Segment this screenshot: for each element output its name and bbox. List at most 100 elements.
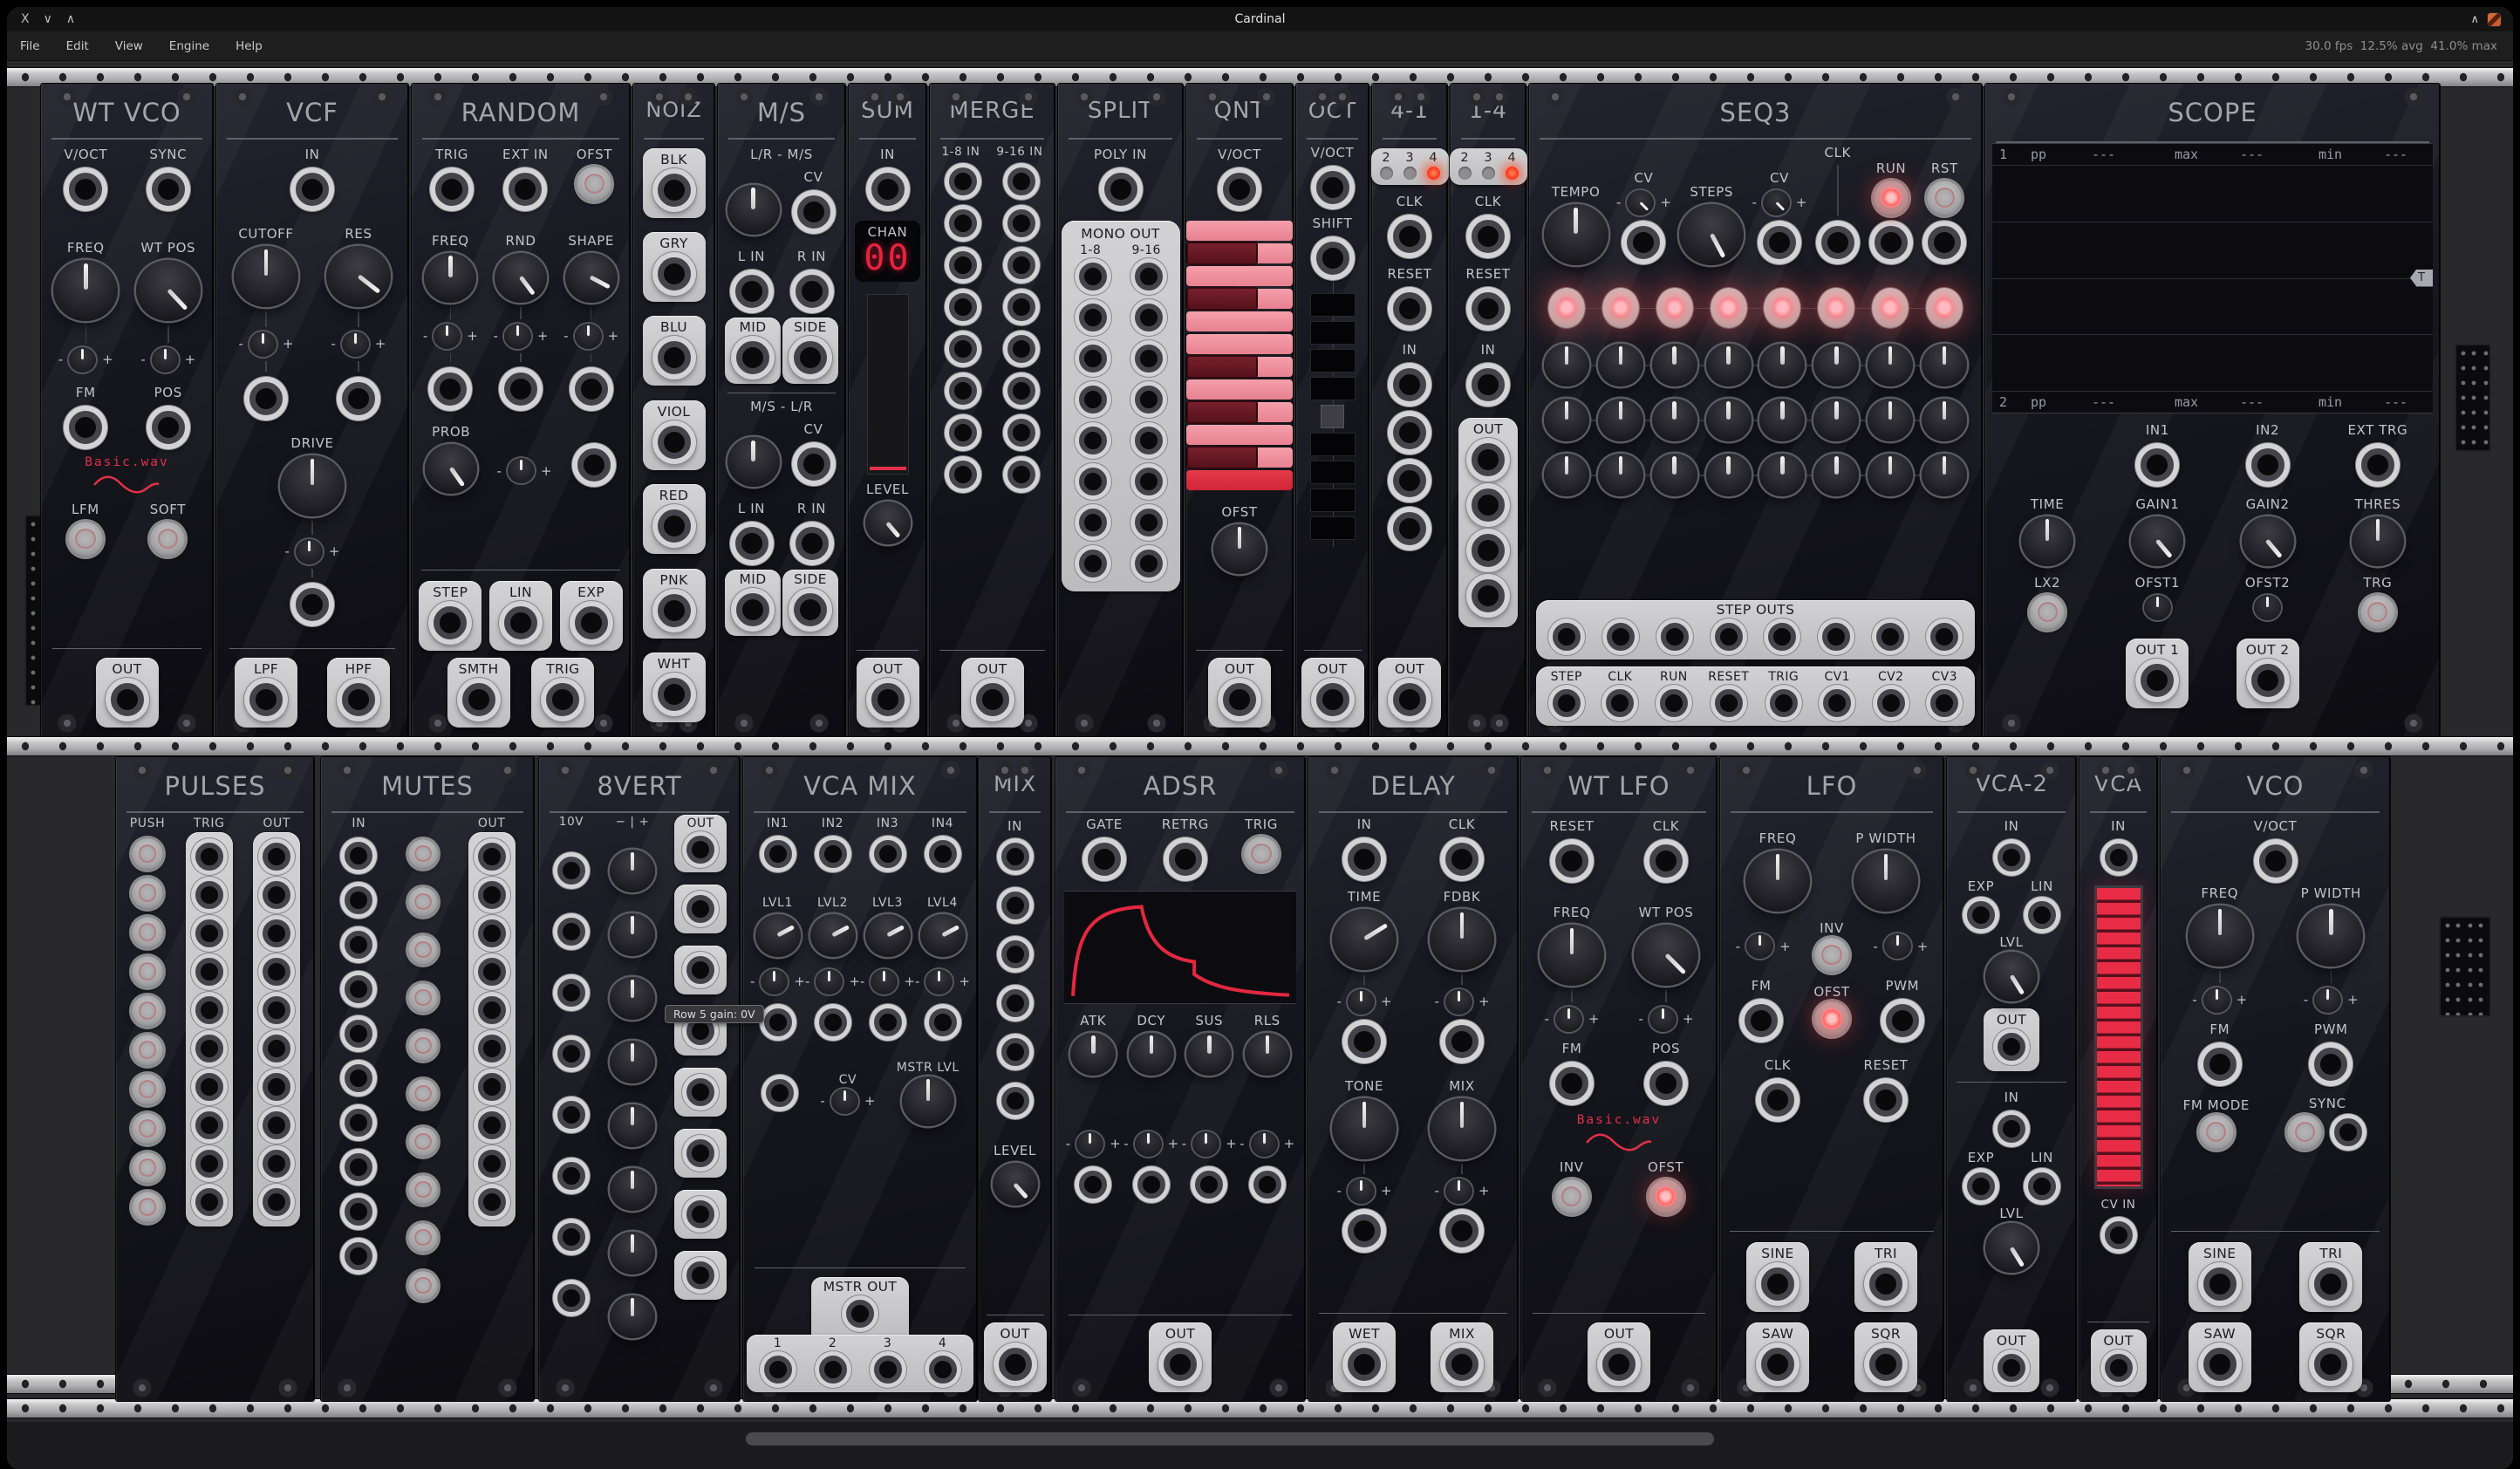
mute-input[interactable] bbox=[345, 1198, 372, 1226]
menu-edit[interactable]: Edit bbox=[53, 39, 102, 53]
ch1-output[interactable] bbox=[764, 1356, 792, 1384]
out2-output[interactable] bbox=[2251, 664, 2284, 697]
cv1-knob[interactable] bbox=[1598, 344, 1643, 386]
freq-knob[interactable] bbox=[2188, 905, 2252, 967]
mix-cv-trim[interactable] bbox=[1445, 1179, 1472, 1204]
mix-input[interactable] bbox=[1001, 892, 1029, 919]
cv3-input[interactable] bbox=[874, 1008, 902, 1036]
pwm-trim[interactable] bbox=[2314, 987, 2341, 1013]
in-input-1[interactable] bbox=[1393, 368, 1426, 401]
octave-step[interactable] bbox=[1310, 516, 1356, 540]
merge-input[interactable] bbox=[949, 167, 977, 195]
step-out[interactable] bbox=[1930, 623, 1958, 651]
ch4-output[interactable] bbox=[929, 1356, 957, 1384]
sus-cv-trim[interactable] bbox=[1192, 1131, 1219, 1157]
step-led[interactable] bbox=[1656, 288, 1693, 328]
time-cv-trim[interactable] bbox=[1348, 989, 1375, 1015]
ms-lr-knob[interactable] bbox=[727, 437, 780, 487]
pulse-output[interactable] bbox=[263, 881, 290, 909]
drive-knob[interactable] bbox=[280, 455, 345, 516]
cv3-output[interactable] bbox=[1930, 689, 1958, 717]
gain-knob[interactable] bbox=[610, 1232, 655, 1274]
ofst1-trim[interactable] bbox=[2144, 595, 2171, 620]
sus-cv-input[interactable] bbox=[1195, 1171, 1223, 1199]
steps-knob[interactable] bbox=[1679, 204, 1744, 265]
pulse-output[interactable] bbox=[263, 1111, 290, 1139]
gain-knob[interactable] bbox=[610, 913, 655, 956]
step-output[interactable] bbox=[1553, 689, 1581, 717]
cv1-knob[interactable] bbox=[1922, 344, 1967, 386]
trig-input[interactable] bbox=[195, 881, 223, 909]
module-1-4[interactable]: 1-4 2 3 4 CLK RESET IN OUT bbox=[1451, 84, 1526, 736]
cv1-knob[interactable] bbox=[1652, 344, 1697, 386]
module-adsr[interactable]: ADSR GATE RETRG TRIG ATK DCY SUS RLS -+ bbox=[1055, 757, 1305, 1401]
lvl-knob-2[interactable] bbox=[1985, 1223, 2038, 1273]
cv1-knob[interactable] bbox=[1868, 344, 1913, 386]
pulse-output[interactable] bbox=[263, 843, 290, 871]
cv2-knob[interactable] bbox=[1544, 399, 1589, 441]
step-led[interactable] bbox=[1818, 288, 1854, 328]
fm-input[interactable] bbox=[2203, 1048, 2237, 1081]
pwidth-knob[interactable] bbox=[1854, 851, 1918, 912]
ofst-button[interactable] bbox=[577, 167, 611, 202]
pos-input[interactable] bbox=[1649, 1067, 1683, 1100]
mute-button[interactable] bbox=[408, 887, 438, 917]
merge-input[interactable] bbox=[1007, 377, 1035, 405]
module-seq3[interactable]: SEQ3 TEMPO CV -+ STEPS CV -+ CLK RUN RST bbox=[1529, 84, 1982, 736]
pwm-input[interactable] bbox=[1886, 1004, 1919, 1037]
pulse-output[interactable] bbox=[263, 1188, 290, 1216]
cv1-output[interactable] bbox=[1823, 689, 1851, 717]
hpf-output[interactable] bbox=[342, 683, 375, 716]
cv3-knob[interactable] bbox=[1813, 454, 1859, 496]
vert-output[interactable] bbox=[686, 1139, 714, 1167]
in-input-3[interactable] bbox=[1393, 464, 1426, 497]
viol-output[interactable] bbox=[658, 426, 691, 459]
push-button[interactable] bbox=[132, 1192, 163, 1223]
vert-output[interactable] bbox=[686, 836, 714, 864]
vert-input[interactable] bbox=[557, 1101, 585, 1129]
step-led[interactable] bbox=[1764, 288, 1800, 328]
key[interactable] bbox=[1186, 425, 1293, 445]
split-output[interactable] bbox=[1135, 427, 1163, 454]
mix-input[interactable] bbox=[1001, 989, 1029, 1017]
smth-output[interactable] bbox=[462, 683, 495, 716]
time-cv-input[interactable] bbox=[1348, 1025, 1381, 1058]
module-mix[interactable]: MIX IN LEVEL OUT bbox=[979, 757, 1051, 1401]
merge-input[interactable] bbox=[949, 335, 977, 363]
cv2-input[interactable] bbox=[819, 1008, 847, 1036]
vert-output[interactable] bbox=[686, 1261, 714, 1289]
key[interactable] bbox=[1186, 379, 1293, 400]
wet-output[interactable] bbox=[1348, 1348, 1381, 1381]
split-output[interactable] bbox=[1135, 386, 1163, 413]
rls-knob[interactable] bbox=[1245, 1033, 1290, 1076]
octave-step[interactable] bbox=[1310, 377, 1356, 400]
shape-trim[interactable] bbox=[575, 324, 602, 349]
atk-knob[interactable] bbox=[1070, 1033, 1116, 1076]
octave-step[interactable] bbox=[1310, 293, 1356, 317]
freq-knob[interactable] bbox=[1540, 925, 1604, 986]
merge-input[interactable] bbox=[1007, 251, 1035, 279]
push-button[interactable] bbox=[132, 1074, 163, 1105]
fm-input[interactable] bbox=[1555, 1067, 1588, 1100]
sel-4[interactable]: 4 bbox=[1429, 151, 1437, 165]
clk-output[interactable] bbox=[1606, 689, 1634, 717]
trig-button[interactable] bbox=[1244, 837, 1279, 871]
trig-input[interactable] bbox=[435, 173, 468, 206]
key[interactable] bbox=[1186, 448, 1293, 468]
res-cv-trim[interactable] bbox=[342, 331, 369, 357]
out-output[interactable] bbox=[976, 683, 1009, 716]
pulse-output[interactable] bbox=[263, 996, 290, 1024]
in1-input[interactable] bbox=[764, 840, 792, 868]
fdbk-cv-trim[interactable] bbox=[1445, 989, 1472, 1015]
lvl3-knob[interactable] bbox=[865, 914, 911, 957]
mute-button[interactable] bbox=[408, 1271, 438, 1301]
gain-knob[interactable] bbox=[610, 1295, 655, 1338]
lr-ms-knob[interactable] bbox=[727, 185, 780, 235]
mute-button[interactable] bbox=[408, 839, 438, 869]
key[interactable] bbox=[1186, 243, 1293, 263]
module-pulses[interactable]: PULSES PUSH TRIG bbox=[116, 757, 314, 1401]
wtpos-knob[interactable] bbox=[136, 260, 201, 321]
split-output[interactable] bbox=[1135, 550, 1163, 577]
vert-input[interactable] bbox=[557, 1162, 585, 1190]
rnd-knob[interactable] bbox=[495, 253, 547, 303]
